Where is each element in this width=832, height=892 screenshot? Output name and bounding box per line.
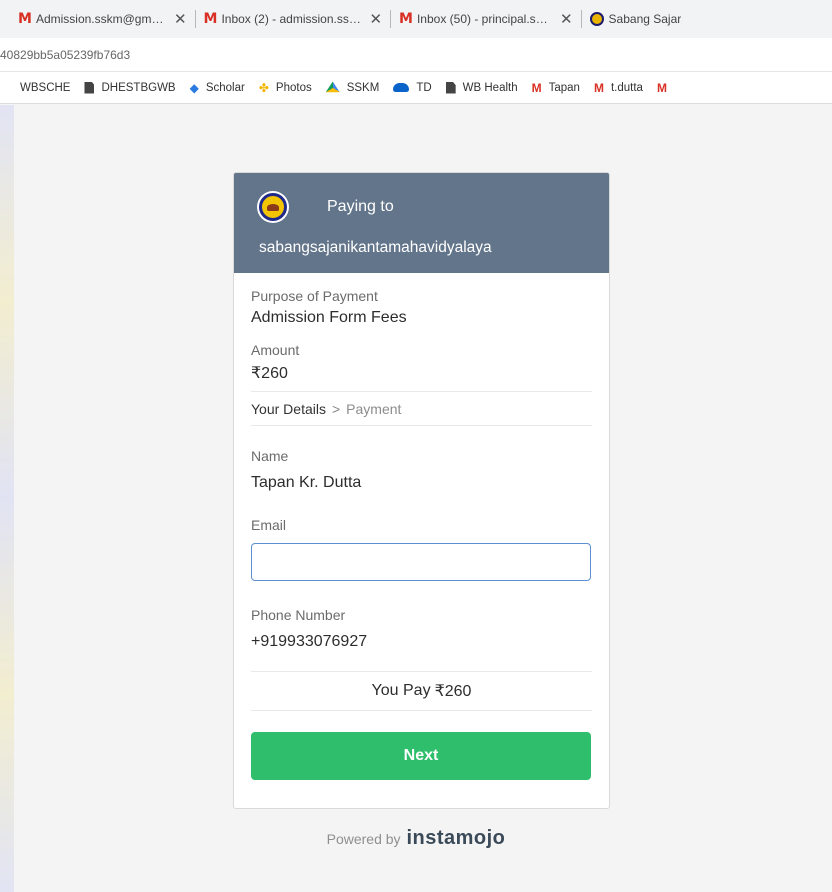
payment-card: Paying to sabangsajanikantamahavidyalaya… bbox=[233, 172, 610, 809]
page-content: Paying to sabangsajanikantamahavidyalaya… bbox=[0, 105, 832, 892]
browser-tab-inbox-admission[interactable]: M Inbox (2) - admission.sskm ✕ bbox=[198, 0, 389, 38]
address-bar[interactable]: 40829bb5a05239fb76d3 bbox=[0, 38, 832, 72]
bookmark-wbsche[interactable]: WBSCHE bbox=[20, 82, 70, 94]
chevron-right-icon: > bbox=[331, 400, 341, 417]
college-logo-icon bbox=[589, 12, 604, 26]
bookmark-dhestbgwb[interactable]: DHESTBGWB bbox=[84, 81, 176, 94]
amount-value: ₹260 bbox=[251, 365, 288, 382]
tab-label: Sabang Sajar bbox=[608, 12, 682, 26]
bookmark-label: Scholar bbox=[205, 81, 245, 94]
close-icon[interactable]: ✕ bbox=[560, 10, 573, 28]
tab-divider bbox=[194, 10, 196, 28]
url-text: 40829bb5a05239fb76d3 bbox=[0, 47, 131, 62]
bookmark-wb-health[interactable]: WB Health bbox=[445, 81, 518, 94]
purpose-label: Purpose of Payment bbox=[251, 288, 378, 304]
powered-by-label: Powered by bbox=[326, 831, 401, 847]
next-button[interactable]: Next bbox=[251, 732, 591, 780]
gmail-icon: M bbox=[593, 80, 604, 95]
bookmark-tdutta[interactable]: M t.dutta bbox=[594, 82, 643, 94]
gmail-icon: M bbox=[656, 80, 667, 95]
tab-label: Inbox (2) - admission.sskm bbox=[221, 12, 362, 26]
you-pay-label: You Pay bbox=[371, 682, 431, 699]
bookmark-scholar[interactable]: ◆ Scholar bbox=[190, 82, 245, 94]
drive-icon bbox=[325, 81, 340, 93]
tab-divider bbox=[390, 10, 392, 28]
payment-form: Purpose of Payment Admission Form Fees A… bbox=[234, 288, 609, 780]
gmail-icon: M bbox=[18, 11, 32, 27]
bookmark-tapan[interactable]: M Tapan bbox=[532, 82, 580, 94]
bookmark-gmail-overflow[interactable]: M bbox=[657, 82, 674, 94]
bookmarks-bar: WBSCHE DHESTBGWB ◆ Scholar ✤ Photos SSKM… bbox=[0, 72, 832, 104]
tab-divider bbox=[580, 10, 582, 28]
you-pay-summary: You Pay ₹260 bbox=[251, 671, 592, 711]
phone-label: Phone Number bbox=[251, 607, 346, 623]
email-field[interactable] bbox=[251, 543, 591, 581]
instamojo-logo[interactable]: instamojo bbox=[406, 827, 505, 849]
name-value: Tapan Kr. Dutta bbox=[251, 474, 362, 491]
tab-label: Admission.sskm@gmail.cor bbox=[35, 12, 166, 26]
browser-tab-strip: M Admission.sskm@gmail.cor ✕ M Inbox (2)… bbox=[0, 0, 832, 38]
document-icon bbox=[445, 81, 456, 94]
bookmark-label: WB Health bbox=[462, 81, 518, 94]
close-icon[interactable]: ✕ bbox=[174, 10, 187, 28]
cloud-icon bbox=[393, 83, 410, 92]
background-decoration bbox=[0, 105, 14, 892]
bookmark-label: SSKM bbox=[346, 81, 380, 94]
tab-label: Inbox (50) - principal.sskm bbox=[416, 12, 552, 26]
bookmark-label: t.dutta bbox=[610, 81, 643, 94]
bookmark-label: Tapan bbox=[548, 81, 580, 94]
merchant-name: sabangsajanikantamahavidyalaya bbox=[259, 239, 492, 256]
gmail-icon: M bbox=[203, 11, 218, 27]
checkout-steps: Your Details > Payment bbox=[251, 391, 592, 426]
amount-label: Amount bbox=[251, 342, 300, 358]
graduation-cap-icon: ◆ bbox=[189, 80, 199, 95]
phone-value: +919933076927 bbox=[251, 633, 368, 650]
bookmark-label: TD bbox=[416, 81, 432, 94]
browser-tab-inbox-principal[interactable]: M Inbox (50) - principal.sskm ✕ bbox=[393, 0, 579, 38]
bookmark-label: Photos bbox=[275, 81, 312, 94]
bookmark-label: WBSCHE bbox=[20, 81, 71, 94]
browser-tab-admission[interactable]: M Admission.sskm@gmail.cor ✕ bbox=[0, 0, 193, 38]
step-payment: Payment bbox=[346, 400, 402, 417]
name-label: Name bbox=[251, 448, 289, 464]
bookmark-photos[interactable]: ✤ Photos bbox=[259, 82, 312, 94]
document-icon bbox=[84, 81, 95, 94]
browser-tab-sabang[interactable]: Sabang Sajar bbox=[584, 0, 688, 38]
bookmark-sskm[interactable]: SSKM bbox=[325, 81, 380, 94]
email-label: Email bbox=[251, 517, 287, 533]
powered-by: Powered by instamojo bbox=[0, 827, 832, 850]
college-logo bbox=[259, 193, 287, 221]
you-pay-amount: ₹260 bbox=[434, 683, 472, 700]
pinwheel-icon: ✤ bbox=[258, 80, 269, 95]
gmail-icon: M bbox=[531, 80, 542, 95]
bookmark-td[interactable]: TD bbox=[393, 81, 432, 94]
gmail-icon: M bbox=[399, 11, 413, 27]
bookmark-label: DHESTBGWB bbox=[101, 81, 176, 94]
close-icon[interactable]: ✕ bbox=[369, 10, 382, 28]
purpose-value: Admission Form Fees bbox=[251, 309, 407, 326]
payment-card-header: Paying to sabangsajanikantamahavidyalaya bbox=[234, 173, 609, 273]
paying-to-label: Paying to bbox=[327, 198, 394, 215]
step-your-details: Your Details bbox=[251, 400, 326, 417]
